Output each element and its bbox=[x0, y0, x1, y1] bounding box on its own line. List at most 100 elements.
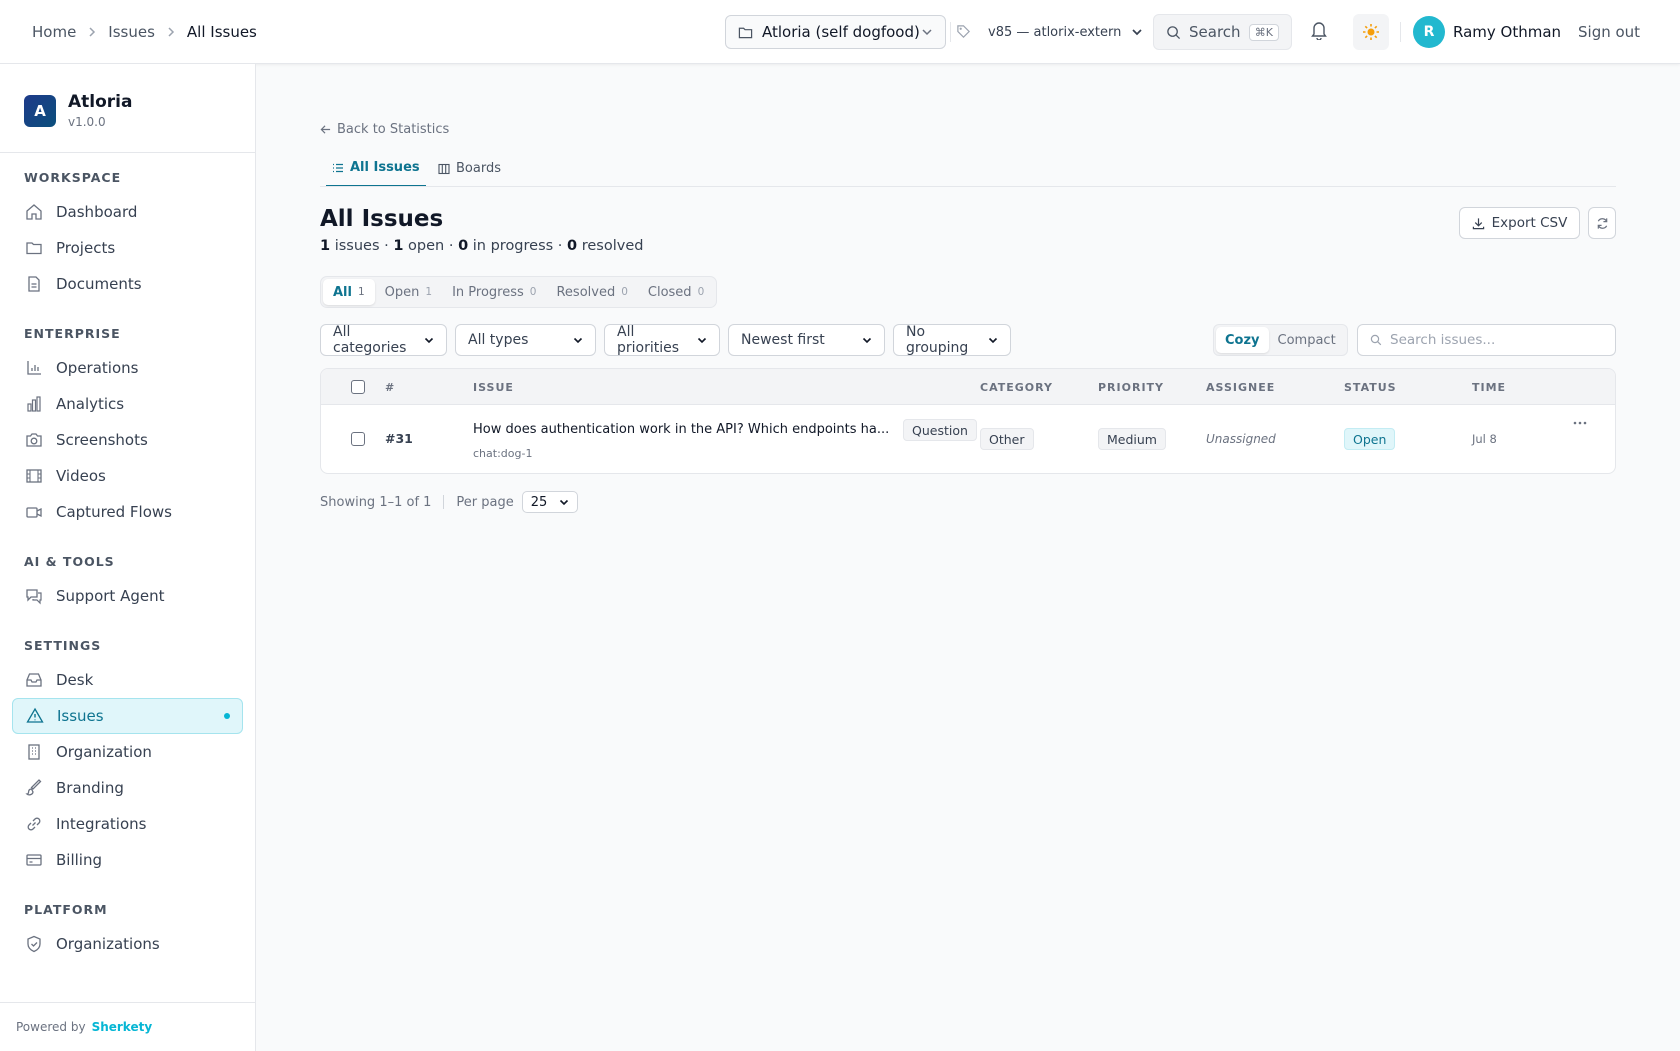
brand[interactable]: A Atloria v1.0.0 bbox=[24, 92, 132, 129]
sidebar-item-desk[interactable]: Desk bbox=[12, 662, 243, 698]
tag-icon bbox=[956, 24, 971, 39]
warning-triangle-icon bbox=[25, 706, 45, 726]
issue-time: Jul 8 bbox=[1472, 432, 1497, 446]
search-placeholder: Search issues... bbox=[1390, 332, 1496, 348]
column-header-assignee[interactable]: ASSIGNEE bbox=[1206, 381, 1275, 394]
column-header-status[interactable]: STATUS bbox=[1344, 381, 1397, 394]
global-search-button[interactable]: Search ⌘K bbox=[1153, 14, 1292, 50]
filter-value: All categories bbox=[333, 324, 407, 356]
download-icon bbox=[1472, 217, 1485, 230]
in-progress-label: in progress · bbox=[472, 238, 563, 254]
sidebar-item-integrations[interactable]: Integrations bbox=[12, 806, 243, 842]
sidebar-item-operations[interactable]: Operations bbox=[12, 350, 243, 386]
refresh-button[interactable] bbox=[1588, 207, 1616, 239]
workspace-selector[interactable]: Atloria (self dogfood) bbox=[725, 15, 946, 49]
status-tab-count: 0 bbox=[697, 286, 705, 298]
open-label: open · bbox=[408, 238, 454, 254]
sidebar-item-organizations[interactable]: Organizations bbox=[12, 926, 243, 962]
tab-all-issues[interactable]: All Issues bbox=[326, 150, 426, 187]
category-filter-select[interactable]: All categories bbox=[320, 324, 447, 356]
tab-boards[interactable]: Boards bbox=[432, 150, 507, 187]
section-label-platform: PLATFORM bbox=[24, 902, 108, 917]
column-header-category[interactable]: CATEGORY bbox=[980, 381, 1053, 394]
home-icon bbox=[24, 202, 44, 222]
status-tab-count: 0 bbox=[621, 286, 628, 298]
more-actions-icon[interactable] bbox=[1573, 421, 1587, 425]
back-to-statistics-link[interactable]: Back to Statistics bbox=[320, 122, 449, 137]
camera-icon bbox=[24, 430, 44, 450]
sidebar-item-label: Desk bbox=[56, 671, 94, 689]
grouping-select[interactable]: No grouping bbox=[893, 324, 1011, 356]
status-tab-resolved[interactable]: Resolved 0 bbox=[546, 279, 637, 305]
powered-by-label: Powered by bbox=[16, 1020, 86, 1034]
chevron-down-icon bbox=[988, 335, 998, 345]
status-tab-all[interactable]: All 1 bbox=[323, 279, 375, 305]
chevron-down-icon bbox=[921, 26, 933, 38]
status-tab-label: All bbox=[333, 284, 352, 300]
chevron-down-icon bbox=[424, 335, 434, 345]
divider bbox=[443, 495, 445, 509]
row-checkbox[interactable] bbox=[351, 432, 365, 446]
issues-label: issues · bbox=[334, 238, 389, 254]
sidebar-item-dashboard[interactable]: Dashboard bbox=[12, 194, 243, 230]
column-header-time[interactable]: TIME bbox=[1472, 381, 1506, 394]
avatar[interactable]: R bbox=[1413, 16, 1445, 48]
chevron-down-icon bbox=[862, 335, 872, 345]
breadcrumb-issues[interactable]: Issues bbox=[108, 23, 155, 41]
export-csv-button[interactable]: Export CSV bbox=[1459, 207, 1580, 239]
priority-filter-select[interactable]: All priorities bbox=[604, 324, 720, 356]
sidebar-item-label: Billing bbox=[56, 851, 102, 869]
issue-title[interactable]: How does authentication work in the API?… bbox=[473, 422, 889, 437]
sign-out-link[interactable]: Sign out bbox=[1578, 0, 1640, 64]
status-tab-in-progress[interactable]: In Progress 0 bbox=[442, 279, 546, 305]
section-label-workspace: WORKSPACE bbox=[24, 170, 122, 185]
film-icon bbox=[24, 466, 44, 486]
density-cozy-option[interactable]: Cozy bbox=[1216, 327, 1269, 353]
resolved-label: resolved bbox=[581, 238, 644, 254]
sidebar-item-organization[interactable]: Organization bbox=[12, 734, 243, 770]
per-page-select[interactable]: 25 bbox=[521, 491, 578, 513]
sidebar-item-billing[interactable]: Billing bbox=[12, 842, 243, 878]
sidebar-item-support-agent[interactable]: Support Agent bbox=[12, 578, 243, 614]
sun-icon bbox=[1362, 23, 1380, 41]
assignee[interactable]: Unassigned bbox=[1206, 432, 1276, 446]
inbox-icon bbox=[24, 670, 44, 690]
folder-icon bbox=[24, 238, 44, 258]
status-tab-closed[interactable]: Closed 0 bbox=[638, 279, 714, 305]
table-header: # ISSUE CATEGORY PRIORITY ASSIGNEE STATU… bbox=[321, 369, 1615, 405]
sort-select[interactable]: Newest first bbox=[728, 324, 885, 356]
filter-value: All types bbox=[468, 332, 529, 348]
search-issues-input[interactable]: Search issues... bbox=[1357, 324, 1616, 356]
sidebar-item-issues[interactable]: Issues bbox=[12, 698, 243, 734]
sidebar-item-label: Dashboard bbox=[56, 203, 138, 221]
select-all-checkbox[interactable] bbox=[351, 380, 365, 394]
status-tab-open[interactable]: Open 1 bbox=[375, 279, 442, 305]
sidebar-item-label: Analytics bbox=[56, 395, 125, 413]
type-filter-select[interactable]: All types bbox=[455, 324, 596, 356]
sidebar-item-screenshots[interactable]: Screenshots bbox=[12, 422, 243, 458]
filter-value: All priorities bbox=[617, 324, 680, 356]
divider bbox=[0, 152, 255, 153]
user-name[interactable]: Ramy Othman bbox=[1453, 0, 1561, 64]
sidebar-item-branding[interactable]: Branding bbox=[12, 770, 243, 806]
link-icon bbox=[24, 814, 44, 834]
breadcrumb-home[interactable]: Home bbox=[32, 23, 76, 41]
sidebar-item-videos[interactable]: Videos bbox=[12, 458, 243, 494]
status-tab-label: In Progress bbox=[452, 284, 524, 300]
filter-value: Newest first bbox=[741, 332, 825, 348]
theme-toggle-button[interactable] bbox=[1353, 14, 1389, 50]
per-page-value: 25 bbox=[530, 494, 548, 510]
density-compact-option[interactable]: Compact bbox=[1269, 327, 1345, 353]
version-selector[interactable]: v85 — atlorix-extern bbox=[988, 15, 1143, 49]
column-header-priority[interactable]: PRIORITY bbox=[1098, 381, 1164, 394]
sidebar-item-documents[interactable]: Documents bbox=[12, 266, 243, 302]
sidebar-item-captured-flows[interactable]: Captured Flows bbox=[12, 494, 243, 530]
sidebar-item-label: Issues bbox=[57, 707, 104, 725]
bell-icon[interactable] bbox=[1310, 20, 1328, 40]
column-header-issue[interactable]: ISSUE bbox=[473, 381, 514, 394]
powered-by-brand-link[interactable]: Sherkety bbox=[92, 1020, 153, 1034]
sidebar-item-projects[interactable]: Projects bbox=[12, 230, 243, 266]
sidebar-item-analytics[interactable]: Analytics bbox=[12, 386, 243, 422]
priority-badge: Medium bbox=[1098, 428, 1166, 450]
powered-by: Powered by Sherkety bbox=[16, 1020, 152, 1034]
